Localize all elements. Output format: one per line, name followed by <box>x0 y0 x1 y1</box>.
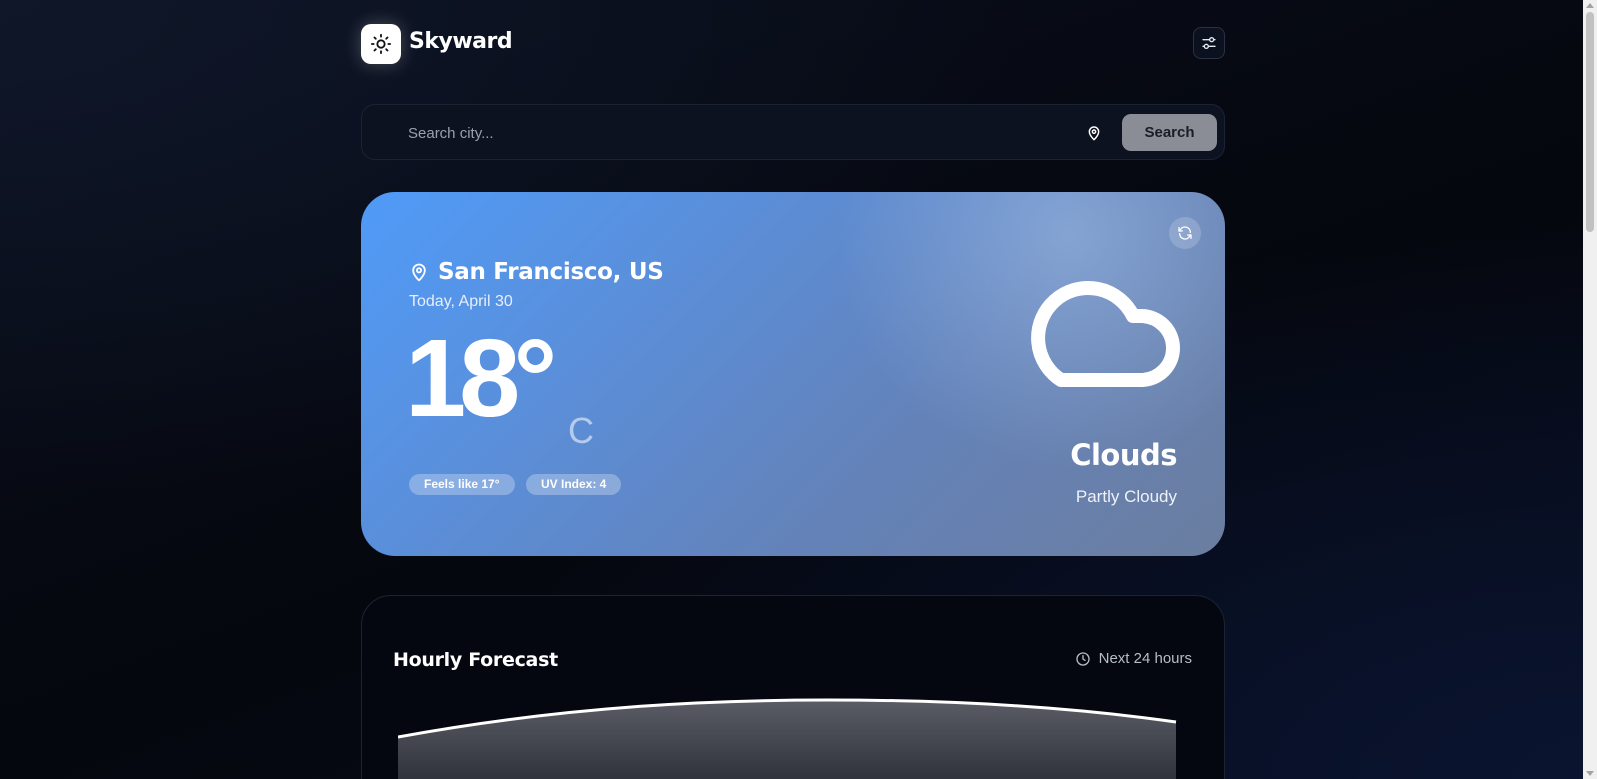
uv-index-badge: UV Index: 4 <box>526 474 622 495</box>
hourly-range-label: Next 24 hours <box>1098 650 1192 667</box>
page-scrollbar[interactable] <box>1583 0 1597 779</box>
sliders-icon <box>1202 37 1216 49</box>
feels-like-badge: Feels like 17° <box>409 474 515 495</box>
app-title: Skyward <box>409 29 513 54</box>
settings-button[interactable] <box>1193 27 1225 59</box>
app-logo[interactable] <box>361 24 401 64</box>
scrollbar-thumb[interactable] <box>1586 12 1594 232</box>
search-input[interactable] <box>408 119 1008 147</box>
hourly-title: Hourly Forecast <box>393 649 558 671</box>
temperature-value: 18° <box>405 317 557 440</box>
condition-main: Clouds <box>1070 438 1177 472</box>
map-pin-icon <box>412 263 426 282</box>
sun-icon <box>370 33 392 55</box>
condition-description: Partly Cloudy <box>1075 487 1177 506</box>
hourly-range: Next 24 hours <box>1075 650 1192 667</box>
hourly-temperature-chart <box>398 698 1177 779</box>
clock-icon <box>1075 651 1090 666</box>
refresh-icon <box>1178 226 1192 240</box>
location-name: San Francisco, US <box>438 259 664 285</box>
hourly-chart-area <box>398 700 1176 779</box>
location-row: San Francisco, US <box>409 257 664 287</box>
hourly-forecast-card: Hourly Forecast Next 24 hours <box>361 595 1225 779</box>
temperature-unit: C <box>568 410 594 451</box>
date-label: Today, April 30 <box>409 293 513 310</box>
refresh-button[interactable] <box>1169 217 1201 249</box>
map-pin-icon <box>1088 126 1100 141</box>
use-location-button[interactable] <box>1082 121 1106 145</box>
scroll-up-arrow-icon[interactable] <box>1586 3 1594 8</box>
app-header: Skyward <box>361 24 1225 64</box>
current-weather-card: San Francisco, US Today, April 30 18° C … <box>361 192 1225 556</box>
cloud-icon <box>1031 281 1180 387</box>
search-button[interactable]: Search <box>1122 114 1217 151</box>
scroll-down-arrow-icon[interactable] <box>1586 771 1594 776</box>
search-bar: Search <box>361 104 1225 160</box>
